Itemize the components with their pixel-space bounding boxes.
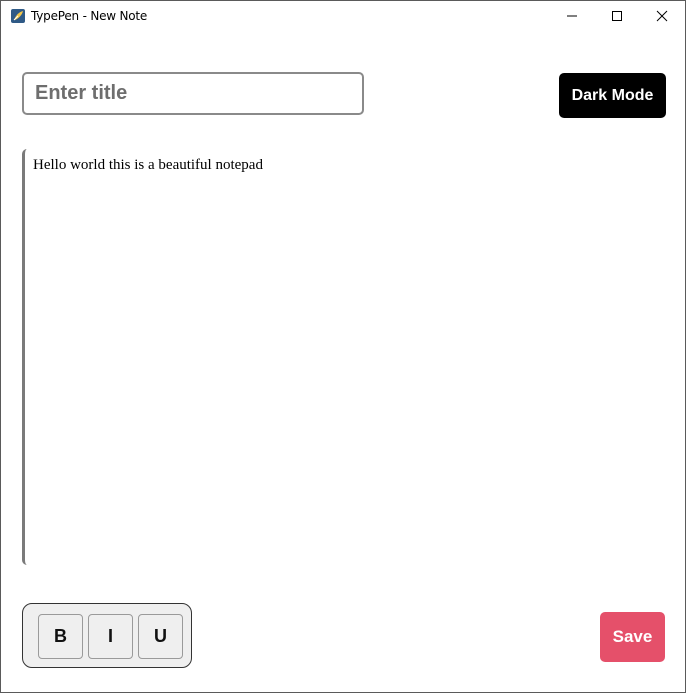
underline-button[interactable]: U [138, 614, 183, 659]
minimize-button[interactable] [549, 1, 595, 31]
app-icon [11, 9, 25, 23]
format-toolbar: B I U [22, 603, 192, 668]
save-button[interactable]: Save [600, 612, 665, 662]
title-bar[interactable]: TypePen - New Note [1, 1, 685, 31]
editor-content: Hello world this is a beautiful notepad [33, 157, 263, 173]
close-button[interactable] [639, 1, 685, 31]
dark-mode-button[interactable]: Dark Mode [559, 73, 666, 118]
italic-button[interactable]: I [88, 614, 133, 659]
maximize-button[interactable] [594, 1, 640, 31]
maximize-icon [612, 11, 622, 21]
window-title: TypePen - New Note [31, 9, 148, 23]
bold-button[interactable]: B [38, 614, 83, 659]
app-window: TypePen - New Note Dark Mode Hello world… [0, 0, 686, 693]
close-icon [656, 10, 668, 22]
title-input[interactable] [22, 72, 364, 115]
note-editor[interactable]: Hello world this is a beautiful notepad [22, 149, 666, 565]
minimize-icon [567, 15, 577, 17]
